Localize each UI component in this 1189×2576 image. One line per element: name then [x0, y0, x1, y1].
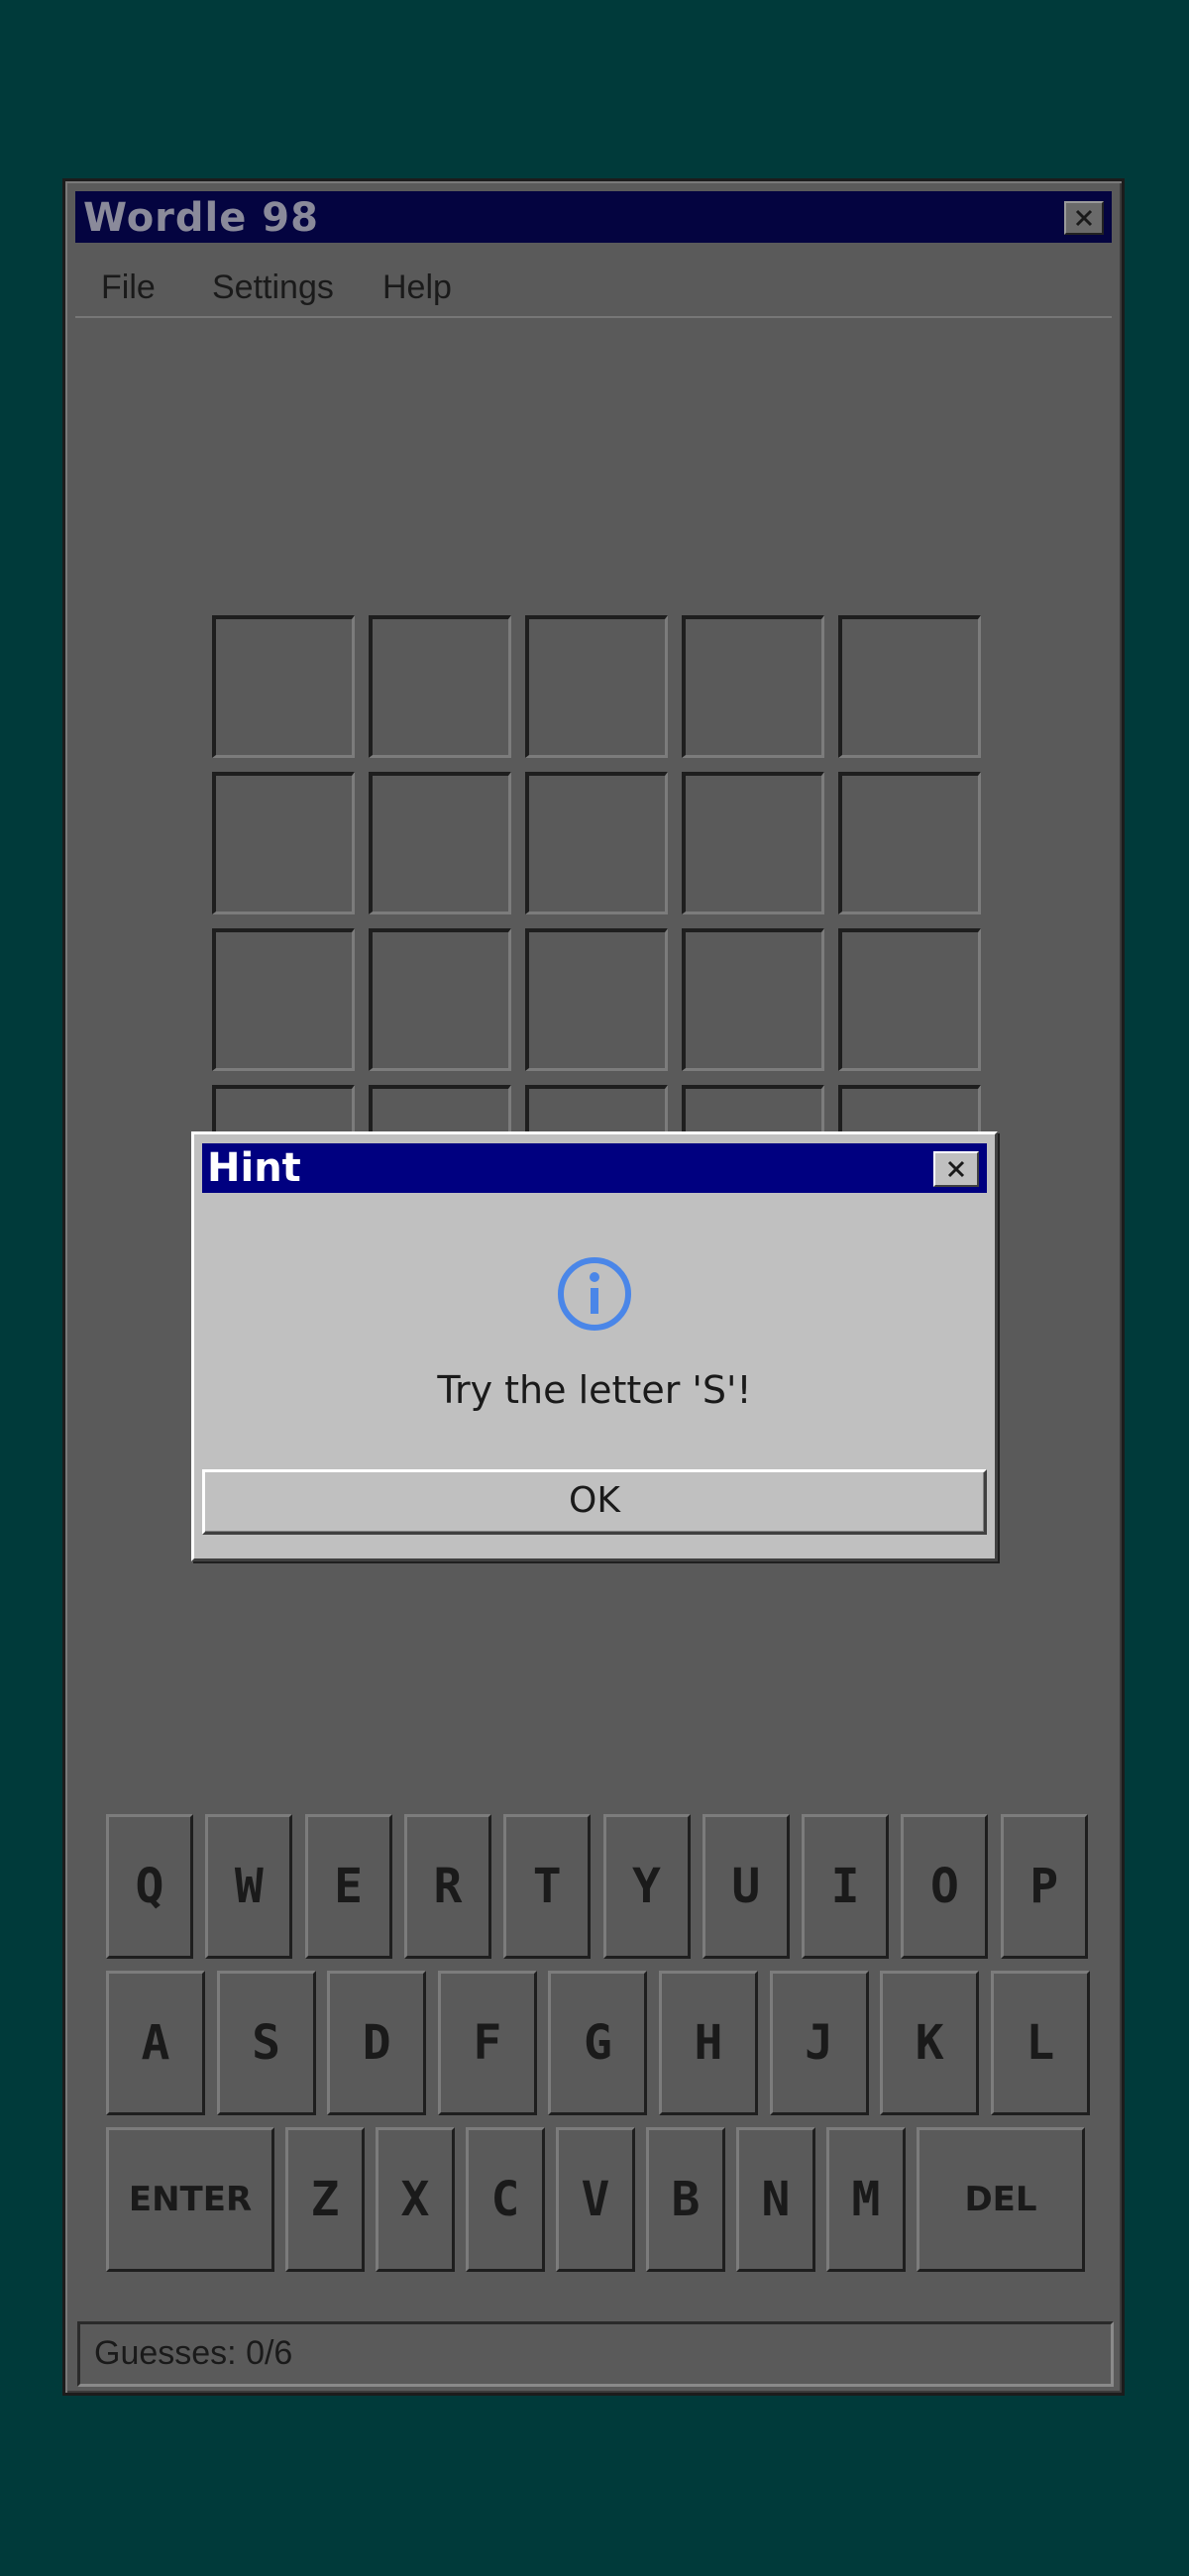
menu-help[interactable]: Help: [382, 268, 452, 307]
key-m[interactable]: M: [826, 2127, 906, 2272]
key-y[interactable]: Y: [602, 1814, 691, 1959]
key-s[interactable]: S: [216, 1971, 316, 2115]
board-tile: [682, 928, 824, 1071]
key-q[interactable]: Q: [106, 1814, 193, 1959]
board-tile: [838, 615, 981, 758]
board-tile: [212, 772, 355, 914]
window-title: Wordle 98: [83, 195, 319, 241]
key-c[interactable]: C: [466, 2127, 545, 2272]
dialog-titlebar[interactable]: Hint: [202, 1143, 987, 1193]
menu-settings[interactable]: Settings: [212, 268, 334, 307]
board-tile: [682, 615, 824, 758]
hint-dialog: Hint Try the letter 'S'! OK: [191, 1131, 998, 1561]
key-w[interactable]: W: [205, 1814, 293, 1959]
key-h[interactable]: H: [659, 1971, 758, 2115]
status-bar: Guesses: 0/6: [77, 2321, 1114, 2387]
key-p[interactable]: P: [1000, 1814, 1088, 1959]
board-tile: [525, 928, 668, 1071]
ok-button[interactable]: OK: [202, 1469, 987, 1535]
board-tile: [212, 615, 355, 758]
menu-bar: File Settings Help: [75, 251, 1112, 318]
key-v[interactable]: V: [556, 2127, 635, 2272]
board-tile: [838, 928, 981, 1071]
board-tile: [682, 772, 824, 914]
board-tile: [369, 772, 511, 914]
close-icon: [947, 1160, 965, 1178]
dialog-title: Hint: [207, 1145, 301, 1191]
board-tile: [525, 772, 668, 914]
key-t[interactable]: T: [503, 1814, 592, 1959]
key-e[interactable]: E: [304, 1814, 392, 1959]
key-j[interactable]: J: [769, 1971, 869, 2115]
key-r[interactable]: R: [403, 1814, 491, 1959]
key-z[interactable]: Z: [285, 2127, 365, 2272]
key-d[interactable]: D: [327, 1971, 427, 2115]
board-tile: [369, 615, 511, 758]
dialog-close-button[interactable]: [933, 1151, 979, 1187]
close-icon: [1075, 209, 1093, 227]
key-a[interactable]: A: [106, 1971, 205, 2115]
key-enter[interactable]: ENTER: [106, 2127, 274, 2272]
key-del[interactable]: DEL: [917, 2127, 1085, 2272]
key-l[interactable]: L: [990, 1971, 1090, 2115]
menu-file[interactable]: File: [101, 268, 156, 307]
key-k[interactable]: K: [880, 1971, 980, 2115]
board-tile: [838, 772, 981, 914]
guess-counter: Guesses: 0/6: [94, 2334, 293, 2372]
board-tile: [369, 928, 511, 1071]
key-n[interactable]: N: [736, 2127, 815, 2272]
info-icon: [558, 1257, 631, 1331]
dialog-message: Try the letter 'S'!: [437, 1368, 752, 1412]
board-tile: [212, 928, 355, 1071]
window-titlebar[interactable]: Wordle 98: [75, 191, 1112, 243]
key-o[interactable]: O: [901, 1814, 989, 1959]
key-f[interactable]: F: [437, 1971, 537, 2115]
key-b[interactable]: B: [646, 2127, 725, 2272]
window-close-button[interactable]: [1064, 201, 1104, 235]
key-x[interactable]: X: [376, 2127, 455, 2272]
key-i[interactable]: I: [802, 1814, 890, 1959]
board-tile: [525, 615, 668, 758]
key-u[interactable]: U: [702, 1814, 790, 1959]
key-g[interactable]: G: [548, 1971, 648, 2115]
